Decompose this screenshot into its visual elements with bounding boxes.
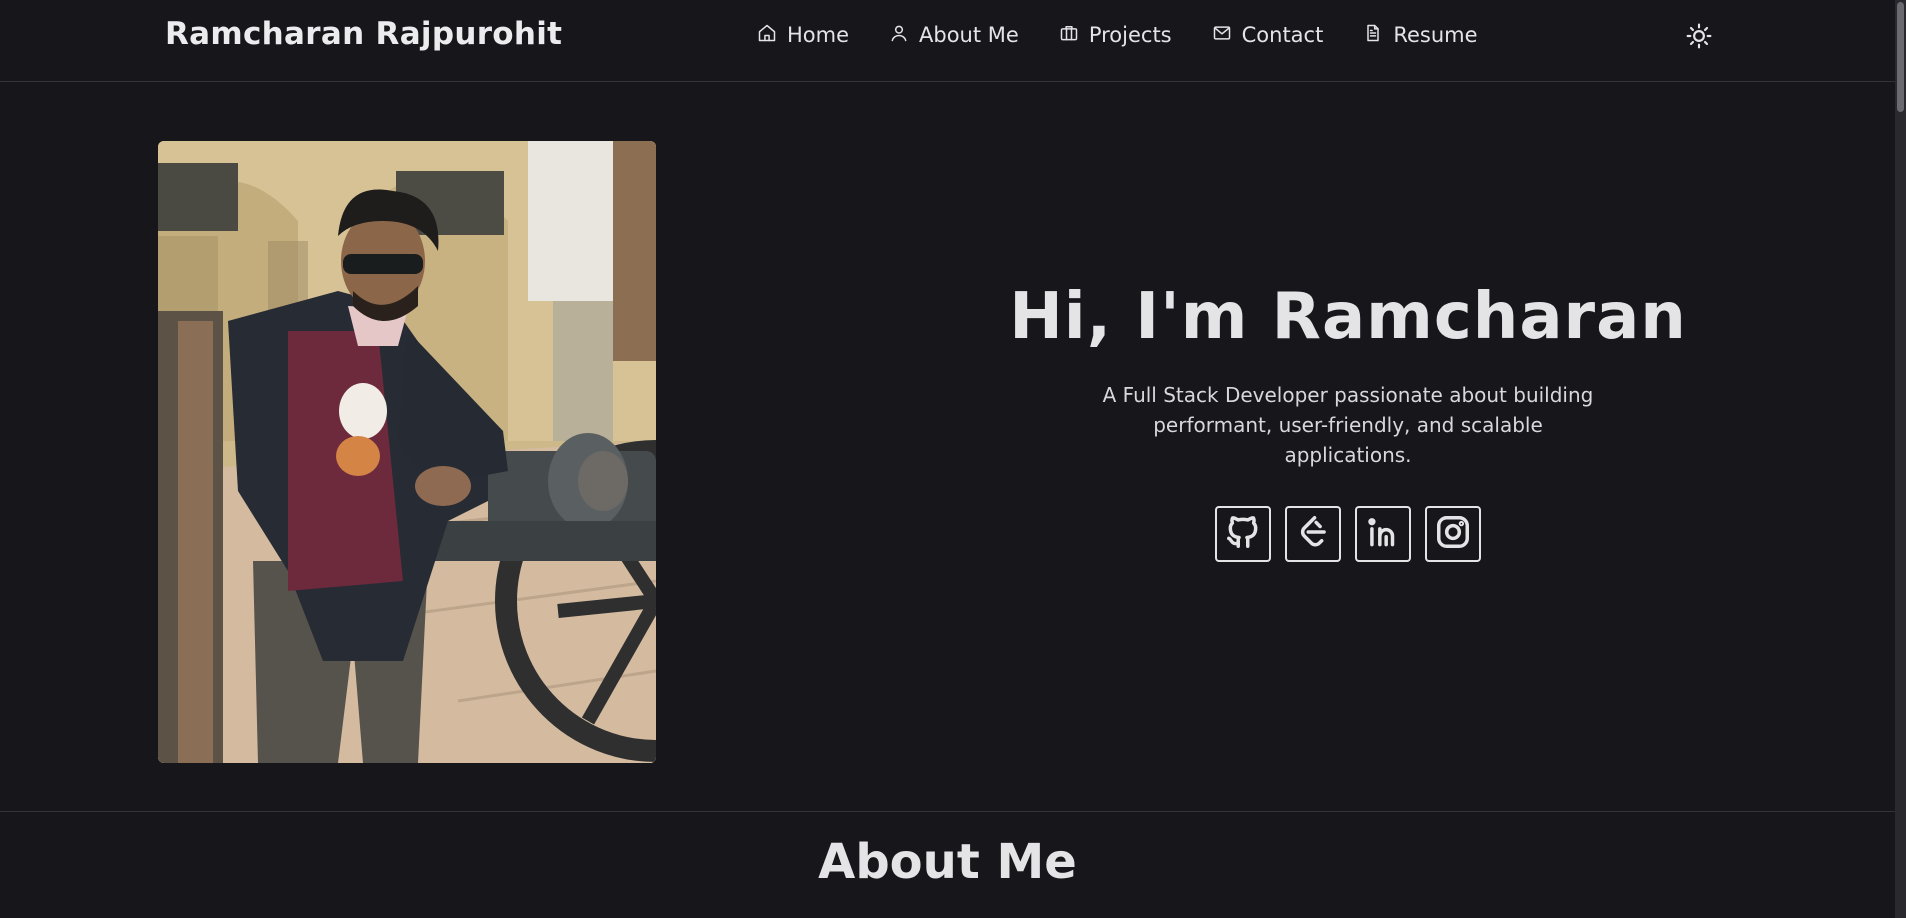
instagram-link[interactable] — [1425, 506, 1481, 562]
nav-home[interactable]: Home — [757, 23, 849, 48]
document-icon — [1363, 23, 1383, 48]
user-icon — [889, 23, 909, 48]
instagram-icon — [1434, 513, 1472, 555]
nav-contact-label: Contact — [1241, 23, 1324, 47]
hero-subtitle: A Full Stack Developer passionate about … — [1102, 383, 1594, 467]
hero-title: Hi, I'm Ramcharan — [1009, 280, 1687, 354]
about-section-title: About Me — [818, 834, 1077, 890]
theme-toggle-button[interactable] — [1686, 23, 1712, 49]
sun-icon — [1686, 23, 1712, 53]
github-link[interactable] — [1215, 506, 1271, 562]
hero-content: Hi, I'm Ramcharan A Full Stack Developer… — [1000, 280, 1696, 562]
mail-icon — [1212, 23, 1232, 48]
nav-about-label: About Me — [919, 23, 1019, 47]
navbar: Ramcharan Rajpurohit Home About Me Proje… — [0, 0, 1895, 82]
nav-resume[interactable]: Resume — [1363, 23, 1478, 48]
page-scrollbar[interactable] — [1895, 0, 1906, 918]
nav-home-label: Home — [787, 23, 850, 47]
section-divider — [0, 811, 1895, 812]
briefcase-icon — [1059, 23, 1079, 48]
nav-about[interactable]: About Me — [889, 23, 1019, 48]
linkedin-icon — [1364, 513, 1402, 555]
hero-photo — [158, 141, 656, 763]
leetcode-link[interactable] — [1285, 506, 1341, 562]
nav-resume-label: Resume — [1393, 23, 1478, 47]
main-nav: Home About Me Projects Contact Resume — [757, 0, 1518, 70]
github-icon — [1224, 513, 1262, 555]
leetcode-icon — [1294, 513, 1332, 555]
nav-projects[interactable]: Projects — [1059, 23, 1172, 48]
linkedin-link[interactable] — [1355, 506, 1411, 562]
home-icon — [757, 23, 777, 48]
nav-contact[interactable]: Contact — [1212, 23, 1324, 48]
brand-name[interactable]: Ramcharan Rajpurohit — [165, 16, 562, 52]
scrollbar-thumb[interactable] — [1897, 2, 1904, 112]
nav-projects-label: Projects — [1088, 23, 1172, 47]
social-links — [1000, 506, 1696, 562]
